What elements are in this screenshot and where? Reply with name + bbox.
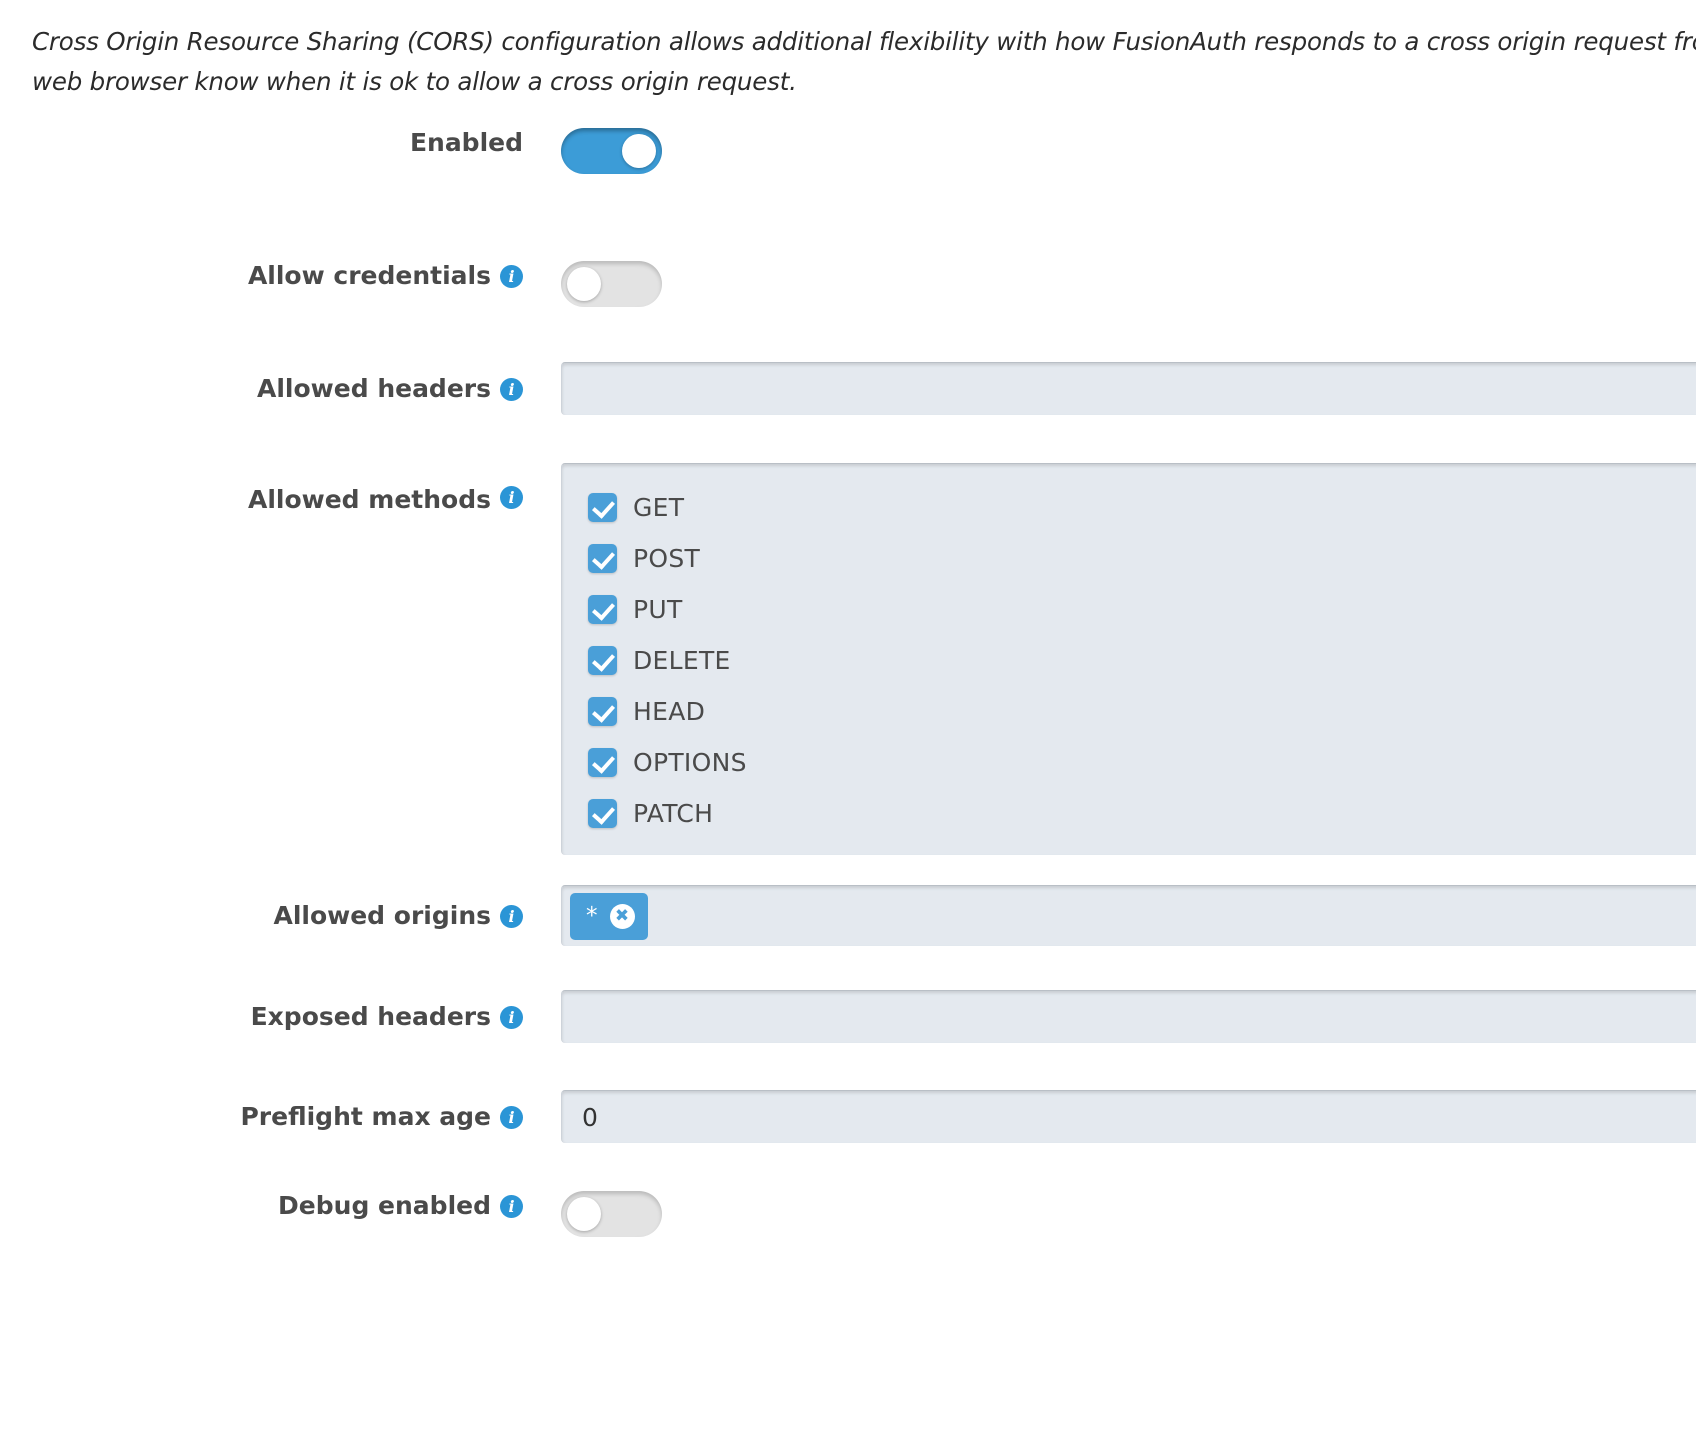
- info-icon[interactable]: i: [500, 1195, 523, 1218]
- cors-description-line-2: web browser know when it is ok to allow …: [32, 67, 797, 96]
- checkbox-label: PUT: [633, 595, 683, 624]
- field-allowed-origins: * ✖: [523, 885, 1696, 946]
- toggle-allow-credentials-knob: [567, 267, 601, 301]
- label-allowed-headers-text: Allowed headers: [257, 374, 491, 403]
- check-icon[interactable]: [588, 595, 617, 624]
- checkbox-label: HEAD: [633, 697, 706, 726]
- label-enabled-text: Enabled: [409, 128, 523, 157]
- label-allowed-methods-text: Allowed methods: [247, 485, 491, 514]
- checkbox-label: DELETE: [633, 646, 731, 675]
- checkbox-item-patch[interactable]: PATCH: [562, 788, 1696, 839]
- label-exposed-headers: Exposed headers i: [0, 990, 523, 1031]
- form-row-allowed-origins: Allowed origins i * ✖: [0, 885, 1696, 946]
- form-row-preflight-max-age: Preflight max age i: [0, 1090, 1696, 1143]
- preflight-max-age-input[interactable]: [561, 1090, 1696, 1143]
- form-row-exposed-headers: Exposed headers i: [0, 990, 1696, 1043]
- checkbox-item-head[interactable]: HEAD: [562, 686, 1696, 737]
- checkbox-item-options[interactable]: OPTIONS: [562, 737, 1696, 788]
- checkbox-label: GET: [633, 493, 685, 522]
- label-preflight-max-age: Preflight max age i: [0, 1090, 523, 1131]
- label-allowed-headers: Allowed headers i: [0, 362, 523, 403]
- checkbox-item-delete[interactable]: DELETE: [562, 635, 1696, 686]
- allowed-methods-checkbox-group: GET POST PUT DELETE HEAD OPTIONS PATCH: [561, 463, 1696, 855]
- check-icon[interactable]: [588, 493, 617, 522]
- field-allow-credentials: [523, 261, 1696, 312]
- form-row-enabled: Enabled: [0, 128, 1696, 179]
- label-exposed-headers-text: Exposed headers: [250, 1002, 491, 1031]
- toggle-debug-enabled[interactable]: [561, 1191, 662, 1237]
- label-allowed-origins: Allowed origins i: [0, 885, 523, 930]
- label-allowed-methods: Allowed methods i: [0, 463, 523, 514]
- info-icon[interactable]: i: [500, 1006, 523, 1029]
- info-icon[interactable]: i: [500, 378, 523, 401]
- chip-allowed-origin: * ✖: [570, 892, 648, 940]
- check-icon[interactable]: [588, 799, 617, 828]
- close-circle-icon[interactable]: ✖: [609, 903, 635, 929]
- cors-configuration-form: Enabled Allow credentials i Allowed head…: [0, 128, 1696, 1242]
- field-preflight-max-age: [523, 1090, 1696, 1143]
- field-allowed-methods: GET POST PUT DELETE HEAD OPTIONS PATCH: [523, 463, 1696, 855]
- check-icon[interactable]: [588, 646, 617, 675]
- label-allowed-origins-text: Allowed origins: [273, 901, 491, 930]
- label-debug-enabled: Debug enabled i: [0, 1191, 523, 1220]
- toggle-debug-enabled-knob: [567, 1197, 601, 1231]
- field-exposed-headers: [523, 990, 1696, 1043]
- check-icon[interactable]: [588, 748, 617, 777]
- field-debug-enabled: [523, 1191, 1696, 1242]
- info-icon[interactable]: i: [500, 486, 523, 509]
- field-allowed-headers: [523, 362, 1696, 415]
- toggle-allow-credentials[interactable]: [561, 261, 662, 307]
- label-debug-enabled-text: Debug enabled: [278, 1191, 491, 1220]
- checkbox-item-post[interactable]: POST: [562, 533, 1696, 584]
- form-row-debug-enabled: Debug enabled i: [0, 1191, 1696, 1242]
- checkbox-label: OPTIONS: [633, 748, 747, 777]
- form-row-allow-credentials: Allow credentials i: [0, 261, 1696, 312]
- check-icon[interactable]: [588, 544, 617, 573]
- label-allow-credentials: Allow credentials i: [0, 261, 523, 290]
- form-row-allowed-methods: Allowed methods i GET POST PUT DELETE HE…: [0, 463, 1696, 855]
- allowed-origins-chip-input[interactable]: * ✖: [561, 885, 1696, 946]
- form-row-allowed-headers: Allowed headers i: [0, 362, 1696, 415]
- toggle-enabled[interactable]: [561, 128, 662, 174]
- checkbox-item-put[interactable]: PUT: [562, 584, 1696, 635]
- info-icon[interactable]: i: [500, 905, 523, 928]
- label-preflight-max-age-text: Preflight max age: [240, 1102, 491, 1131]
- exposed-headers-input[interactable]: [561, 990, 1696, 1043]
- checkbox-item-get[interactable]: GET: [562, 482, 1696, 533]
- info-icon[interactable]: i: [500, 1106, 523, 1129]
- field-enabled: [523, 128, 1696, 179]
- cors-description: Cross Origin Resource Sharing (CORS) con…: [32, 22, 1696, 102]
- toggle-enabled-knob: [622, 134, 656, 168]
- label-enabled: Enabled: [0, 128, 523, 157]
- allowed-headers-input[interactable]: [561, 362, 1696, 415]
- label-allow-credentials-text: Allow credentials: [247, 261, 491, 290]
- chip-label: *: [586, 903, 598, 929]
- info-icon[interactable]: i: [500, 265, 523, 288]
- checkbox-label: POST: [633, 544, 701, 573]
- checkbox-label: PATCH: [633, 799, 714, 828]
- cors-description-line-1: Cross Origin Resource Sharing (CORS) con…: [32, 27, 1696, 56]
- check-icon[interactable]: [588, 697, 617, 726]
